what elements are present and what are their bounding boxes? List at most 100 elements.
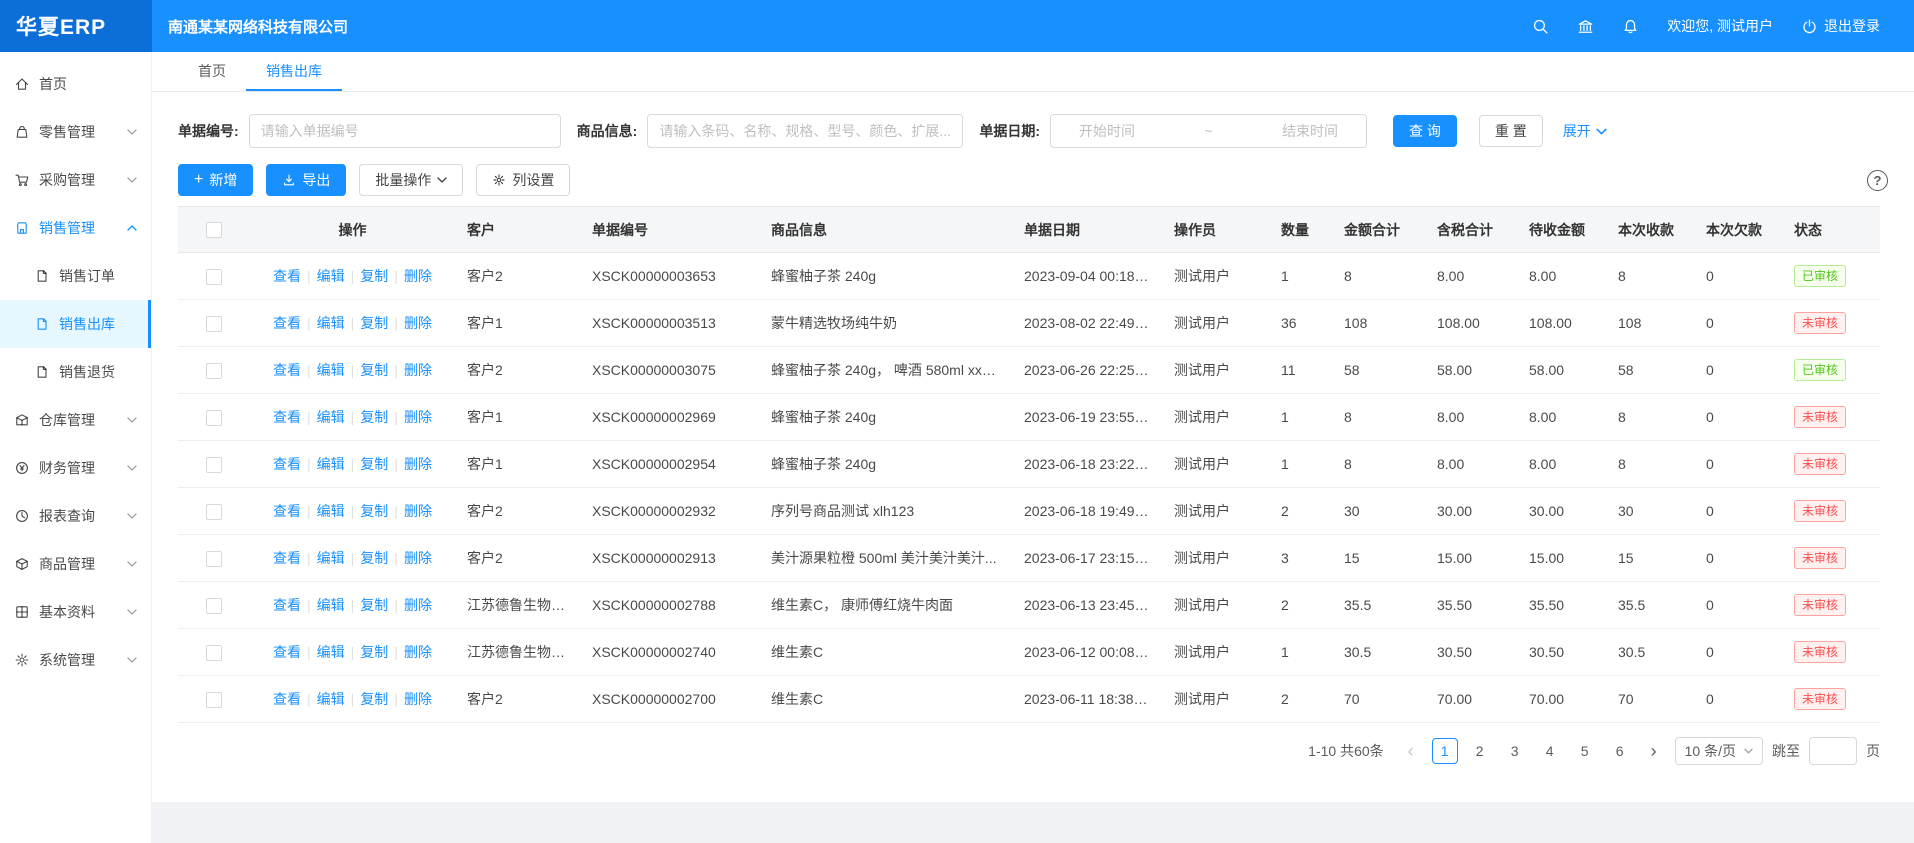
row-checkbox[interactable] xyxy=(206,598,222,614)
row-checkbox[interactable] xyxy=(206,504,222,520)
copy-link[interactable]: 复制 xyxy=(360,691,388,707)
sidebar-item-12[interactable]: 系统管理 xyxy=(0,636,151,684)
delete-link[interactable]: 删除 xyxy=(404,503,432,519)
page-button-5[interactable]: 5 xyxy=(1572,738,1598,764)
row-checkbox[interactable] xyxy=(206,410,222,426)
column-settings-button[interactable]: 列设置 xyxy=(476,164,570,196)
view-link[interactable]: 查看 xyxy=(273,315,301,331)
page-size-select[interactable]: 10 条/页 xyxy=(1675,737,1763,765)
edit-link[interactable]: 编辑 xyxy=(317,315,345,331)
product-input[interactable] xyxy=(647,114,963,148)
batch-ops-button[interactable]: 批量操作 xyxy=(359,164,463,196)
row-checkbox[interactable] xyxy=(206,457,222,473)
jump-input[interactable] xyxy=(1809,737,1857,765)
status-badge: 已审核 xyxy=(1794,265,1846,288)
view-link[interactable]: 查看 xyxy=(273,644,301,660)
copy-link[interactable]: 复制 xyxy=(360,503,388,519)
sidebar-item-5[interactable]: 销售出库 xyxy=(0,300,151,348)
delete-link[interactable]: 删除 xyxy=(404,691,432,707)
export-button[interactable]: 导出 xyxy=(266,164,346,196)
sidebar-item-11[interactable]: 基本资料 xyxy=(0,588,151,636)
help-icon[interactable]: ? xyxy=(1867,170,1888,191)
edit-link[interactable]: 编辑 xyxy=(317,362,345,378)
date-range-picker[interactable]: 开始时间 ~ 结束时间 xyxy=(1050,114,1367,148)
cell-customer: 江苏德鲁生物科... xyxy=(455,582,580,629)
copy-link[interactable]: 复制 xyxy=(360,597,388,613)
bell-icon[interactable] xyxy=(1622,18,1639,35)
tab-0[interactable]: 首页 xyxy=(178,52,246,91)
select-all-checkbox[interactable] xyxy=(206,222,222,238)
page-button-3[interactable]: 3 xyxy=(1502,738,1528,764)
sidebar-menu: 首页零售管理采购管理销售管理销售订单销售出库销售退货仓库管理财务管理报表查询商品… xyxy=(0,60,151,684)
view-link[interactable]: 查看 xyxy=(273,691,301,707)
logout-button[interactable]: 退出登录 xyxy=(1801,16,1880,36)
delete-link[interactable]: 删除 xyxy=(404,409,432,425)
copy-link[interactable]: 复制 xyxy=(360,362,388,378)
edit-link[interactable]: 编辑 xyxy=(317,409,345,425)
delete-link[interactable]: 删除 xyxy=(404,268,432,284)
row-checkbox[interactable] xyxy=(206,692,222,708)
view-link[interactable]: 查看 xyxy=(273,597,301,613)
page-button-4[interactable]: 4 xyxy=(1537,738,1563,764)
add-button[interactable]: + 新增 xyxy=(178,164,253,196)
row-checkbox[interactable] xyxy=(206,551,222,567)
edit-link[interactable]: 编辑 xyxy=(317,691,345,707)
cell-product: 维生素C xyxy=(759,629,1012,676)
row-checkbox[interactable] xyxy=(206,645,222,661)
copy-link[interactable]: 复制 xyxy=(360,268,388,284)
view-link[interactable]: 查看 xyxy=(273,456,301,472)
row-checkbox[interactable] xyxy=(206,316,222,332)
view-link[interactable]: 查看 xyxy=(273,409,301,425)
edit-link[interactable]: 编辑 xyxy=(317,268,345,284)
view-link[interactable]: 查看 xyxy=(273,268,301,284)
cell-product: 蒙牛精选牧场纯牛奶 xyxy=(759,300,1012,347)
copy-link[interactable]: 复制 xyxy=(360,550,388,566)
sidebar-item-2[interactable]: 采购管理 xyxy=(0,156,151,204)
table-row: 查看|编辑|复制|删除客户2XSCK00000003075蜂蜜柚子茶 240g，… xyxy=(178,347,1880,394)
sidebar-item-7[interactable]: 仓库管理 xyxy=(0,396,151,444)
edit-link[interactable]: 编辑 xyxy=(317,550,345,566)
search-icon[interactable] xyxy=(1532,18,1549,35)
sidebar-item-3[interactable]: 销售管理 xyxy=(0,204,151,252)
copy-link[interactable]: 复制 xyxy=(360,409,388,425)
sidebar-item-10[interactable]: 商品管理 xyxy=(0,540,151,588)
page-button-6[interactable]: 6 xyxy=(1607,738,1633,764)
sidebar-item-9[interactable]: 报表查询 xyxy=(0,492,151,540)
pagination-next-button[interactable]: › xyxy=(1642,738,1666,764)
edit-link[interactable]: 编辑 xyxy=(317,456,345,472)
expand-link[interactable]: 展开 xyxy=(1563,121,1607,141)
sidebar-item-6[interactable]: 销售退货 xyxy=(0,348,151,396)
bill-no-input[interactable] xyxy=(249,114,561,148)
row-checkbox[interactable] xyxy=(206,363,222,379)
search-button[interactable]: 查 询 xyxy=(1393,115,1457,147)
tab-1[interactable]: 销售出库 xyxy=(246,52,342,91)
column-header-8: 含税合计 xyxy=(1425,207,1517,253)
sidebar-item-8[interactable]: 财务管理 xyxy=(0,444,151,492)
row-checkbox[interactable] xyxy=(206,269,222,285)
copy-link[interactable]: 复制 xyxy=(360,456,388,472)
reset-button[interactable]: 重 置 xyxy=(1479,115,1543,147)
delete-link[interactable]: 删除 xyxy=(404,315,432,331)
edit-link[interactable]: 编辑 xyxy=(317,644,345,660)
sidebar-item-4[interactable]: 销售订单 xyxy=(0,252,151,300)
cell-operator: 测试用户 xyxy=(1162,629,1269,676)
copy-link[interactable]: 复制 xyxy=(360,315,388,331)
edit-link[interactable]: 编辑 xyxy=(317,503,345,519)
delete-link[interactable]: 删除 xyxy=(404,644,432,660)
edit-link[interactable]: 编辑 xyxy=(317,597,345,613)
delete-link[interactable]: 删除 xyxy=(404,456,432,472)
copy-link[interactable]: 复制 xyxy=(360,644,388,660)
delete-link[interactable]: 删除 xyxy=(404,550,432,566)
page-button-1[interactable]: 1 xyxy=(1432,738,1458,764)
view-link[interactable]: 查看 xyxy=(273,503,301,519)
delete-link[interactable]: 删除 xyxy=(404,362,432,378)
delete-link[interactable]: 删除 xyxy=(404,597,432,613)
pagination-prev-button[interactable]: ‹ xyxy=(1399,738,1423,764)
sidebar-item-0[interactable]: 首页 xyxy=(0,60,151,108)
sidebar-item-1[interactable]: 零售管理 xyxy=(0,108,151,156)
cell-date: 2023-06-26 22:25:26 xyxy=(1012,347,1162,394)
bank-icon[interactable] xyxy=(1577,18,1594,35)
view-link[interactable]: 查看 xyxy=(273,550,301,566)
page-button-2[interactable]: 2 xyxy=(1467,738,1493,764)
view-link[interactable]: 查看 xyxy=(273,362,301,378)
